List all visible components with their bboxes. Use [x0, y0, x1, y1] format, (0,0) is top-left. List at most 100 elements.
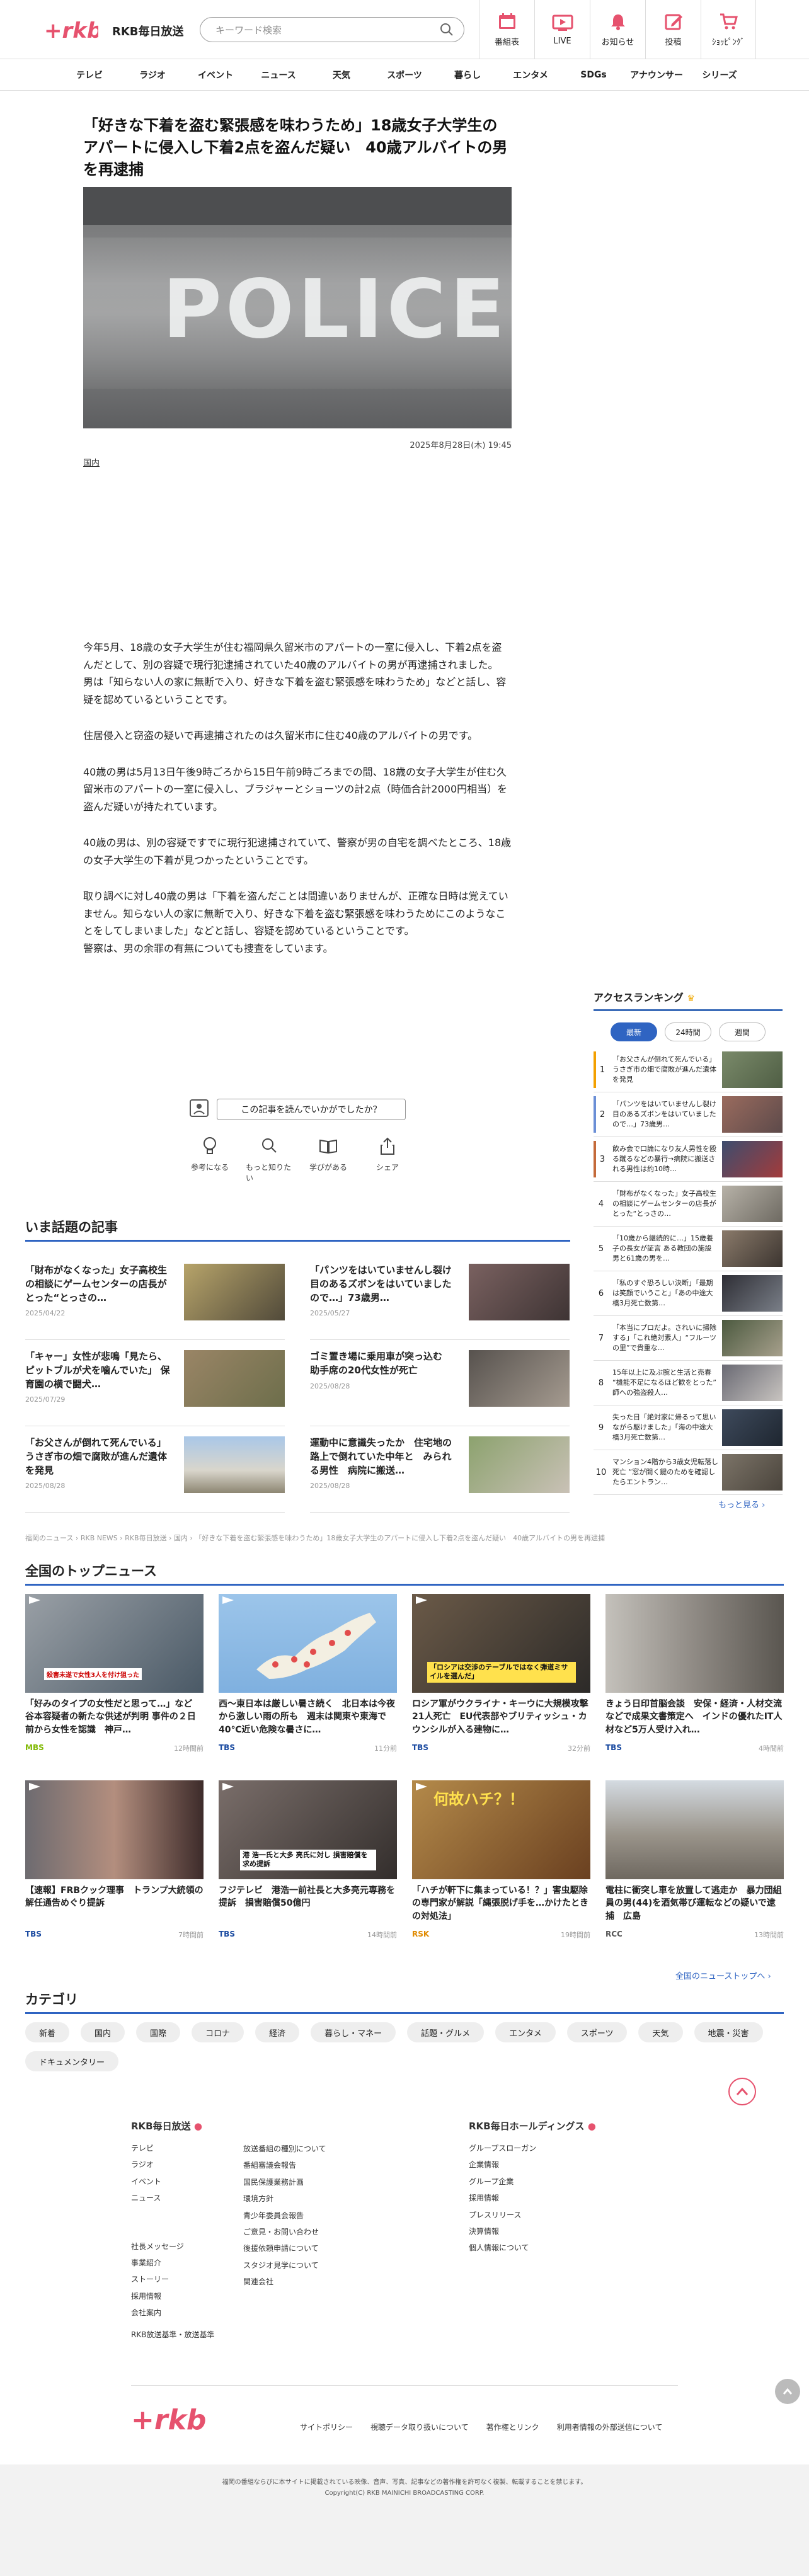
- category-living[interactable]: 暮らし: [436, 69, 499, 81]
- footer-link[interactable]: 国民保護業務計画: [243, 2174, 326, 2190]
- category-sdgs[interactable]: SDGs: [562, 70, 625, 80]
- footer-link[interactable]: 決算情報: [469, 2223, 596, 2240]
- category-weather[interactable]: 天気: [310, 69, 373, 81]
- category-news[interactable]: ニュース: [247, 69, 310, 81]
- category-chip[interactable]: 国際: [136, 2022, 181, 2042]
- category-chip[interactable]: エンタメ: [495, 2022, 556, 2042]
- scroll-top-fab[interactable]: [775, 2379, 800, 2404]
- tab-24h[interactable]: 24時間: [665, 1022, 711, 1041]
- category-chip[interactable]: 天気: [638, 2022, 683, 2042]
- tab-weekly[interactable]: 週間: [719, 1022, 766, 1041]
- news-card[interactable]: 電柱に衝突し車を放置して逃走か 暴力団組員の男(44)を酒気帯び運転などの疑いで…: [605, 1780, 784, 1952]
- reaction-useful[interactable]: 参考になる: [186, 1136, 233, 1183]
- category-entame[interactable]: エンタメ: [499, 69, 562, 81]
- category-chip[interactable]: ドキュメンタリー: [25, 2051, 119, 2071]
- footer-link[interactable]: 利用者情報の外部送信について: [557, 2422, 663, 2432]
- nav-program-guide[interactable]: 番組表: [479, 0, 534, 59]
- category-chip[interactable]: 国内: [81, 2022, 125, 2042]
- news-card[interactable]: きょう日印首脳会談 安保・経済・人材交流などで成果文書策定へ インドの優れたIT…: [605, 1594, 784, 1765]
- reaction-share[interactable]: シェア: [364, 1136, 411, 1183]
- footer-link[interactable]: グループスローガン: [469, 2140, 596, 2156]
- news-card[interactable]: 「ロシアは交渉のテーブルではなく弾道ミサイルを選んだ」 ロシア軍がウクライナ・キー…: [412, 1594, 590, 1765]
- thumb-caption: 何故ハチ？！: [433, 1790, 524, 1808]
- ranking-item[interactable]: 8 15年以上に及ぶ腕と生活と売春 “機能不足になるほど歓をとった” 師への強盗殺…: [594, 1361, 783, 1405]
- footer-link[interactable]: 放送番組の種別について: [243, 2141, 326, 2157]
- footer-link[interactable]: スタジオ見学について: [243, 2257, 326, 2274]
- category-chip[interactable]: スポーツ: [566, 2022, 628, 2042]
- category-chip[interactable]: コロナ: [192, 2022, 244, 2042]
- ranking-item[interactable]: 1 「お父さんが倒れて死んでいる」うさぎ市の畑で腐敗が進んだ遺体を発見: [594, 1048, 783, 1092]
- footer-link[interactable]: プレスリリース: [469, 2207, 596, 2223]
- footer-link[interactable]: テレビ: [131, 2140, 214, 2156]
- category-announcer[interactable]: アナウンサー: [625, 69, 688, 81]
- search-input[interactable]: キーワード検索: [200, 17, 464, 42]
- footer-link[interactable]: 関連会社: [243, 2274, 326, 2290]
- hot-card[interactable]: 運動中に意識失ったか 住宅地の路上で倒れていた中年と みられる男性 病院に搬送……: [310, 1426, 570, 1513]
- news-card[interactable]: 西〜東日本は厳しい暑さ続く 北日本は今夜から激しい雨の所も 週末は関東や東海で4…: [219, 1594, 397, 1765]
- hot-card[interactable]: 「お父さんが倒れて死んでいる」うさぎ市の畑で腐敗が進んだ遺体を発見 2025/08…: [25, 1426, 285, 1513]
- footer-link[interactable]: 企業情報: [469, 2156, 596, 2173]
- footer-link[interactable]: 著作権とリンク: [486, 2422, 539, 2432]
- footer-link[interactable]: 番組審議会報告: [243, 2157, 326, 2173]
- rkb-logo[interactable]: +rkb: [44, 15, 98, 44]
- breadcrumb[interactable]: 福岡のニュース › RKB NEWS › RKB毎日放送 › 国内 › 「好きな…: [25, 1533, 605, 1543]
- news-card[interactable]: 港 浩一氏と大多 亮氏に対し 損害賠償を求め提訴 フジテレビ 港浩一前社長と大多亮…: [219, 1780, 397, 1952]
- ranking-item[interactable]: 5 「10歳から継続的に…」15歳養子の長女が証言 ある教団の施設 男と61歳の男…: [594, 1227, 783, 1271]
- footer-link[interactable]: RKB放送基準・放送基準: [131, 2327, 214, 2343]
- news-card[interactable]: 何故ハチ？！ 「ハチが軒下に集まっている！？」害虫駆除の専門家が解説「縄張脱げ手を…: [412, 1780, 590, 1952]
- category-tv[interactable]: テレビ: [58, 69, 121, 81]
- category-series[interactable]: シリーズ: [688, 69, 751, 81]
- hot-card[interactable]: 「財布がなくなった」女子高校生の相談にゲームセンターの店長がとった“とっさの… 2…: [25, 1254, 285, 1340]
- reaction-learn[interactable]: 学びがある: [305, 1136, 352, 1183]
- footer-link[interactable]: ストーリー: [131, 2271, 214, 2287]
- footer-link[interactable]: 環境方針: [243, 2190, 326, 2207]
- footer-link[interactable]: 事業紹介: [131, 2255, 214, 2271]
- footer-link[interactable]: 視聴データ取り扱いについて: [370, 2422, 469, 2432]
- category-sports[interactable]: スポーツ: [373, 69, 436, 81]
- footer-link[interactable]: 個人情報について: [469, 2240, 596, 2256]
- footer-link[interactable]: 青少年委員会報告: [243, 2207, 326, 2224]
- nav-post[interactable]: 投稿: [645, 0, 701, 59]
- tab-latest[interactable]: 最新: [611, 1022, 657, 1041]
- topnews-more-link[interactable]: 全国のニューストップへ ›: [675, 1969, 771, 1981]
- news-card[interactable]: 殺害未遂で女性3人を付け狙った 「好みのタイプの女性だと思って…」など 谷本容疑者…: [25, 1594, 204, 1765]
- category-chip[interactable]: 話題・グルメ: [407, 2022, 485, 2042]
- footer-link[interactable]: グループ企業: [469, 2173, 596, 2190]
- category-chip[interactable]: 新着: [25, 2022, 70, 2042]
- nav-shopping[interactable]: ｼｮｯﾋﾟﾝｸﾞ: [701, 0, 756, 59]
- footer-link[interactable]: サイトポリシー: [300, 2422, 353, 2432]
- footer-link[interactable]: イベント: [131, 2173, 214, 2190]
- category-event[interactable]: イベント: [184, 69, 247, 81]
- footer-link[interactable]: 社長メッセージ: [131, 2238, 214, 2255]
- nav-live[interactable]: LIVE: [534, 0, 590, 59]
- hot-card[interactable]: 「キャー」女性が悲鳴「見たら、ピットブルが犬を噛んでいた」 保育園の横で闘犬… 2…: [25, 1340, 285, 1426]
- hot-card[interactable]: 「パンツをはいていませんし裂け目のあるズボンをはいていましたので…」73歳男… 2…: [310, 1254, 570, 1340]
- footer-link[interactable]: 採用情報: [469, 2190, 596, 2206]
- article-tag[interactable]: 国内: [83, 456, 100, 468]
- footer-link[interactable]: 後援依頼申請について: [243, 2240, 326, 2257]
- nav-notice[interactable]: お知らせ: [590, 0, 645, 59]
- ranking-item[interactable]: 2 「パンツをはいていませんし裂け目のあるズボンをはいていましたので…」73歳男…: [594, 1092, 783, 1137]
- category-chip[interactable]: 経済: [255, 2022, 300, 2042]
- back-to-top-button[interactable]: [728, 2078, 756, 2105]
- ranking-item[interactable]: 9 失った日「絶対家に帰るって思いながら駆けました」「海の中途大橋3月死亡数第…: [594, 1405, 783, 1450]
- ranking-more-link[interactable]: もっと見る ›: [718, 1498, 765, 1510]
- ranking-item[interactable]: 10 マンション4階から3歳女児転落し死亡 “窓が開く鍵のためを確認したらエントラ…: [594, 1450, 783, 1495]
- footer-link[interactable]: 採用情報: [131, 2288, 214, 2304]
- ranking-item[interactable]: 7 「本当にプロだよ。されいに掃除する」「これ絶対素人」“フルーツの里”で貴重な…: [594, 1316, 783, 1361]
- footer-link[interactable]: ニュース: [131, 2190, 214, 2206]
- news-card[interactable]: 【速報】FRBクック理事 トランプ大統領の解任通告めぐり提訴 TBS 7時間前: [25, 1780, 204, 1952]
- ranking-item[interactable]: 4 「財布がなくなった」女子高校生の相談にゲームセンターの店長がとった“とっさの…: [594, 1182, 783, 1227]
- footer-link[interactable]: 会社案内: [131, 2304, 214, 2321]
- category-radio[interactable]: ラジオ: [121, 69, 184, 81]
- footer-link[interactable]: ご意見・お問い合わせ: [243, 2224, 326, 2240]
- hot-card[interactable]: ゴミ置き場に乗用車が突っ込む 助手席の20代女性が死亡 2025/08/28: [310, 1340, 570, 1426]
- category-chip[interactable]: 暮らし・マネー: [311, 2022, 396, 2042]
- footer-link[interactable]: ラジオ: [131, 2156, 214, 2173]
- reaction-more[interactable]: もっと知りたい: [246, 1136, 292, 1183]
- search-icon[interactable]: [440, 23, 454, 37]
- category-chip[interactable]: 地震・災害: [694, 2022, 763, 2042]
- ranking-item[interactable]: 3 飲み会で口論になり友人男性を殴る蹴るなどの暴行→病院に搬送される男性は約10時…: [594, 1137, 783, 1182]
- footer-rkb-logo[interactable]: +rkb: [131, 2401, 207, 2439]
- ranking-item[interactable]: 6 「私のすぐ恐ろしい決断」「最期は笑顔でいうこと」「あの中途大橋3月死亡数第…: [594, 1271, 783, 1316]
